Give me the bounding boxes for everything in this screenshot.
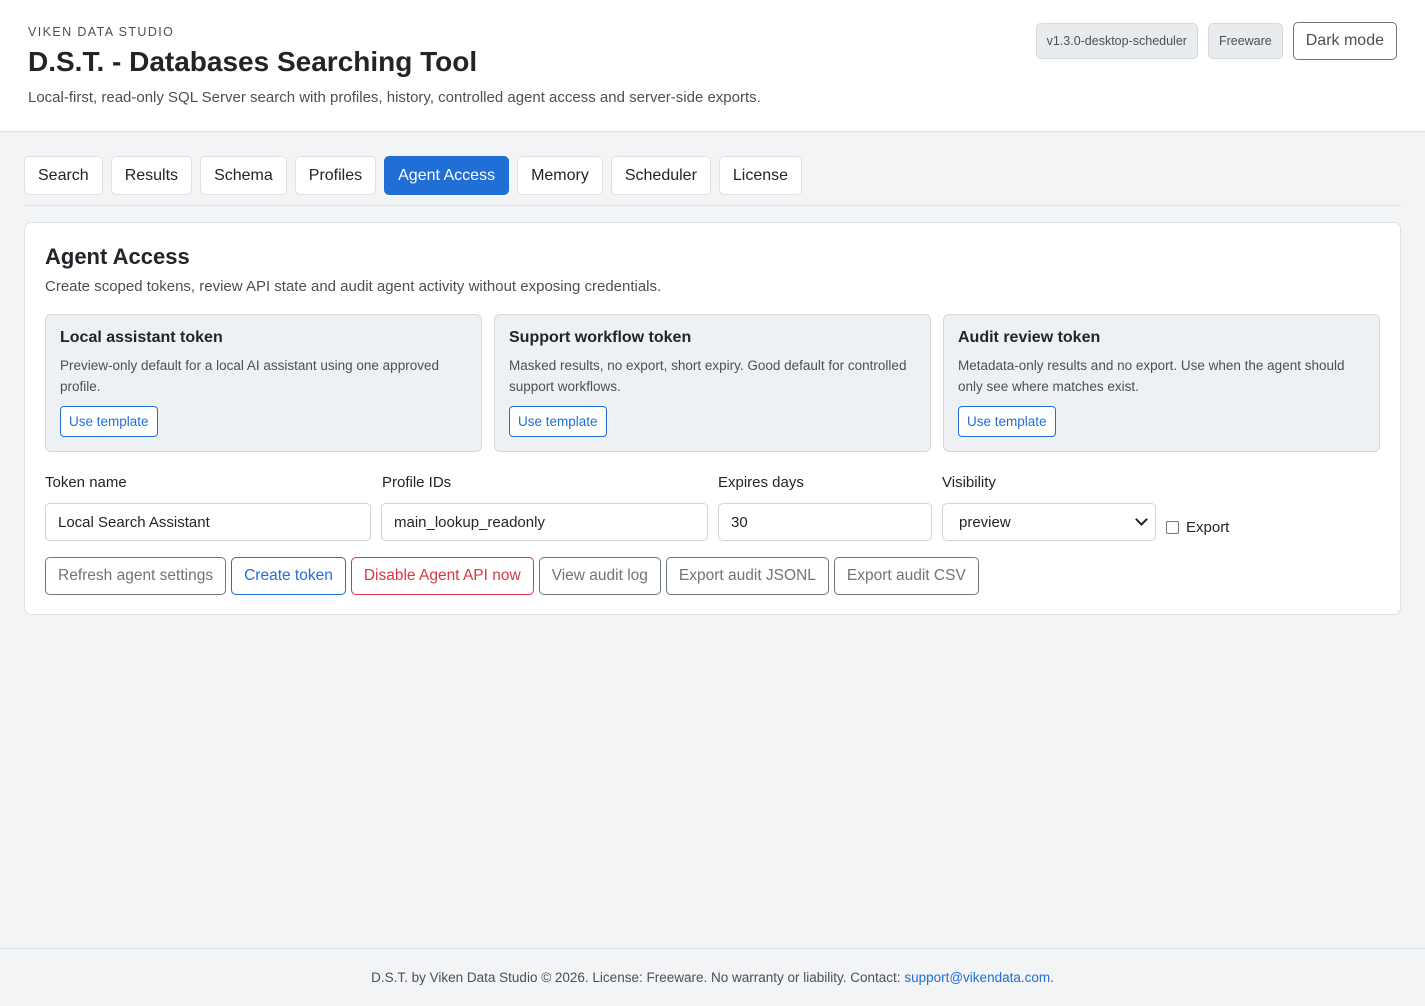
template-title: Audit review token — [958, 329, 1101, 346]
tab-scheduler[interactable]: Scheduler — [610, 156, 711, 195]
export-checkbox[interactable] — [1166, 521, 1179, 534]
template-description: Metadata-only results and no export. Use… — [958, 358, 1345, 394]
agent-actions: Refresh agent settings Create token Disa… — [45, 557, 979, 595]
template-description: Preview-only default for a local AI assi… — [60, 358, 439, 394]
token-name-input[interactable]: Local Search Assistant — [45, 503, 371, 541]
refresh-agent-settings-button[interactable]: Refresh agent settings — [45, 557, 227, 595]
app-footer: D.S.T. by Viken Data Studio © 2026. Lice… — [0, 948, 1425, 1006]
brand-kicker: VIKEN DATA STUDIO — [28, 25, 175, 39]
panel-description: Create scoped tokens, review API state a… — [45, 278, 662, 295]
version-badge: v1.3.0-desktop-scheduler — [1035, 23, 1198, 59]
support-email-link[interactable]: support@vikendata.com — [904, 970, 1050, 985]
agent-access-panel: Agent Access Create scoped tokens, revie… — [24, 222, 1401, 615]
profile-ids-label: Profile IDs — [382, 474, 452, 491]
expires-days-label: Expires days — [718, 474, 804, 491]
tab-schema[interactable]: Schema — [200, 156, 287, 195]
token-templates: Local assistant token Preview-only defau… — [45, 314, 1380, 452]
app-header: VIKEN DATA STUDIO D.S.T. - Databases Sea… — [0, 0, 1425, 132]
license-badge: Freeware — [1207, 23, 1283, 59]
tab-results[interactable]: Results — [110, 156, 193, 195]
use-template-button[interactable]: Use template — [958, 406, 1056, 437]
footer-trailing: . — [1050, 970, 1054, 985]
tab-profiles[interactable]: Profiles — [294, 156, 377, 195]
use-template-button[interactable]: Use template — [509, 406, 607, 437]
visibility-selected-value: preview — [959, 513, 1011, 531]
tab-search[interactable]: Search — [24, 156, 103, 195]
dark-mode-button[interactable]: Dark mode — [1292, 22, 1397, 60]
template-title: Support workflow token — [509, 329, 692, 346]
expires-days-input[interactable]: 30 — [718, 503, 932, 541]
header-actions: v1.3.0-desktop-scheduler Freeware Dark m… — [1035, 22, 1397, 60]
chevron-down-icon — [1135, 513, 1148, 526]
panel-title: Agent Access — [45, 244, 190, 269]
footer-text: D.S.T. by Viken Data Studio © 2026. Lice… — [371, 970, 901, 985]
create-token-button[interactable]: Create token — [231, 557, 346, 595]
app-subtitle: Local-first, read-only SQL Server search… — [28, 89, 761, 106]
template-title: Local assistant token — [60, 329, 223, 346]
template-card-audit-review: Audit review token Metadata-only results… — [943, 314, 1380, 452]
profile-ids-input[interactable]: main_lookup_readonly — [381, 503, 708, 541]
export-audit-csv-button[interactable]: Export audit CSV — [833, 557, 979, 595]
token-name-label: Token name — [45, 474, 127, 491]
template-description: Masked results, no export, short expiry.… — [509, 358, 907, 394]
export-audit-jsonl-button[interactable]: Export audit JSONL — [665, 557, 829, 595]
disable-agent-api-button[interactable]: Disable Agent API now — [350, 557, 534, 595]
export-checkbox-group: Export — [1166, 519, 1229, 536]
template-card-support-workflow: Support workflow token Masked results, n… — [494, 314, 931, 452]
visibility-label: Visibility — [942, 474, 996, 491]
app-title: D.S.T. - Databases Searching Tool — [28, 46, 478, 77]
tab-agent-access[interactable]: Agent Access — [384, 156, 510, 195]
template-card-local-assistant: Local assistant token Preview-only defau… — [45, 314, 482, 452]
use-template-button[interactable]: Use template — [60, 406, 158, 437]
tab-memory[interactable]: Memory — [517, 156, 603, 195]
tab-license[interactable]: License — [718, 156, 803, 195]
main-tabs: Search Results Schema Profiles Agent Acc… — [24, 156, 1401, 206]
visibility-select[interactable]: preview — [942, 503, 1156, 541]
view-audit-log-button[interactable]: View audit log — [538, 557, 661, 595]
export-checkbox-label: Export — [1186, 519, 1230, 536]
